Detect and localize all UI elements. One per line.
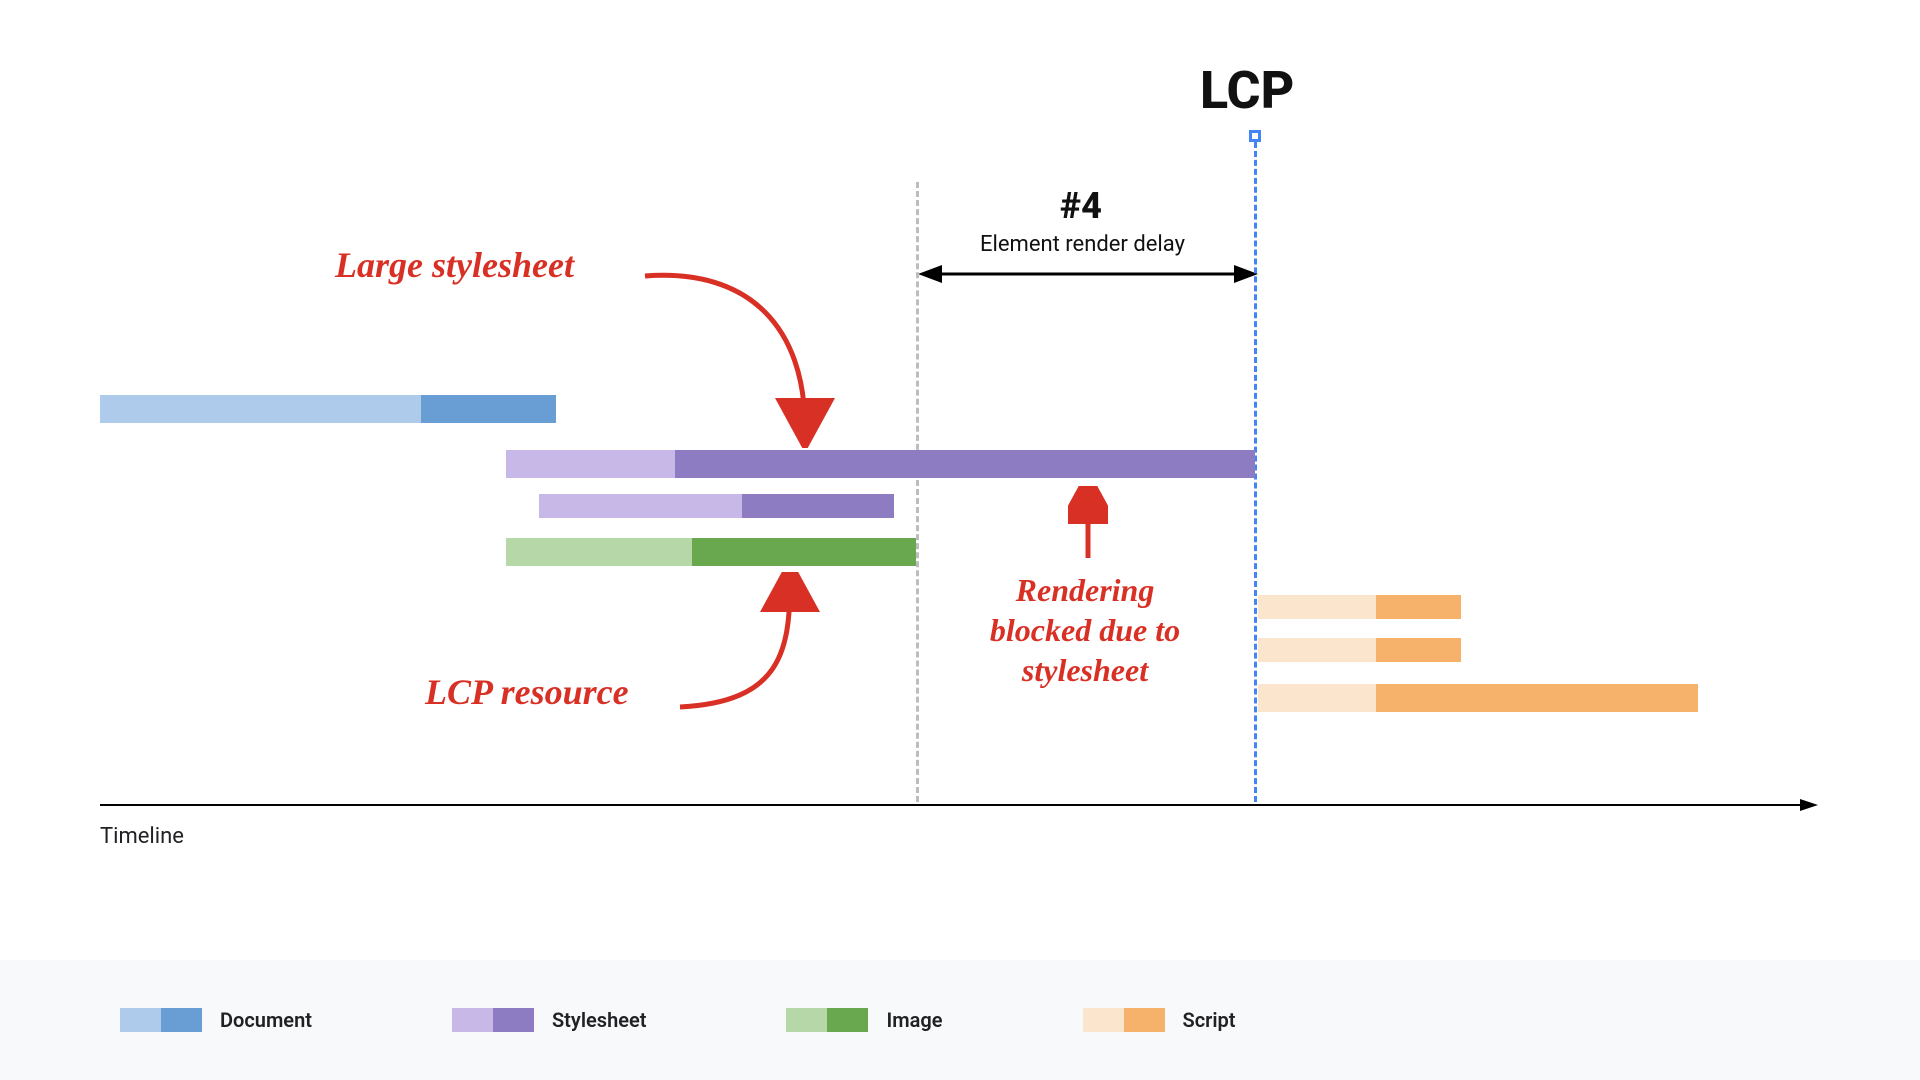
lcp-title: LCP [1200,60,1294,121]
timeline-axis [100,795,1820,815]
legend-label-stylesheet: Stylesheet [552,1008,647,1032]
bar-document [100,395,556,423]
arrow-blocked [1068,486,1108,566]
bar-script-1 [1258,595,1461,619]
legend-swatch-stylesheet [452,1008,534,1032]
legend-swatch-image [786,1008,868,1032]
legend-swatch-script [1083,1008,1165,1032]
legend-item-script: Script [1083,1008,1236,1032]
legend-item-document: Document [120,1008,312,1032]
legend-label-image: Image [886,1008,942,1032]
bar-image [506,538,916,566]
lcp-marker-handle [1249,130,1261,142]
arrow-lcp-resource [670,572,840,722]
axis-label: Timeline [100,824,184,849]
arrow-large-stylesheet [640,258,840,448]
phase-label: Element render delay [980,232,1185,257]
bar-stylesheet-2 [539,494,894,518]
annotation-blocked: Rendering blocked due to stylesheet [970,570,1200,690]
render-start-line [916,182,919,802]
legend-item-stylesheet: Stylesheet [452,1008,647,1032]
phase-number: #4 [1060,185,1102,227]
legend: Document Stylesheet Image Script [0,960,1920,1080]
legend-label-document: Document [220,1008,312,1032]
legend-swatch-document [120,1008,202,1032]
bar-stylesheet-1 [506,450,1255,478]
phase-extent-arrow [918,262,1258,286]
legend-label-script: Script [1183,1008,1236,1032]
bar-script-3 [1258,684,1698,712]
annotation-lcp-resource: LCP resource [425,670,629,715]
legend-item-image: Image [786,1008,942,1032]
bar-script-2 [1258,638,1461,662]
annotation-large-stylesheet: Large stylesheet [335,243,574,288]
